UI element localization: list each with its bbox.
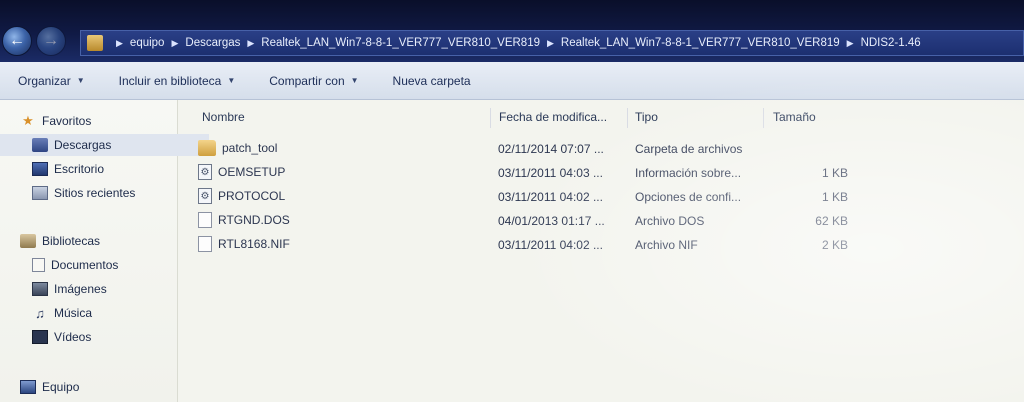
include-library-label: Incluir en biblioteca	[118, 73, 222, 88]
file-icon	[198, 212, 212, 228]
file-size: 62 KB	[815, 214, 848, 228]
file-name: OEMSETUP	[218, 165, 286, 179]
nav-computer[interactable]: Equipo	[0, 376, 79, 398]
file-size: 2 KB	[821, 238, 848, 252]
settings-file-icon: ⚙	[198, 164, 212, 180]
file-name: patch_tool	[222, 141, 278, 155]
chevron-right-icon: ▶	[846, 37, 854, 48]
title-bar: ← → ▶ equipo ▶ Descargas ▶ Realtek_LAN_Win7…	[0, 0, 1024, 62]
nav-item-documentos[interactable]: Documentos	[0, 254, 118, 276]
nav-item-sitios-recientes[interactable]: Sitios recientes	[0, 182, 135, 204]
arrow-left-icon: ←	[9, 32, 25, 49]
column-header-type[interactable]: Tipo	[635, 110, 658, 124]
file-type: Archivo DOS	[635, 214, 705, 228]
column-divider[interactable]	[627, 108, 628, 128]
breadcrumb-descargas[interactable]: Descargas	[185, 37, 240, 49]
table-row[interactable]: patch_tool 02/11/2014 07:07 ... Carpeta …	[198, 138, 858, 160]
nav-item-label: Vídeos	[54, 330, 92, 344]
folder-icon	[198, 140, 216, 156]
nav-favorites[interactable]: ★ Favoritos	[0, 110, 91, 132]
navigation-pane: ★ Favoritos Descargas Escritorio Sitios …	[0, 100, 209, 402]
file-icon	[198, 236, 212, 252]
column-header-date[interactable]: Fecha de modifica...	[499, 110, 607, 124]
breadcrumb-realtek-2[interactable]: Realtek_LAN_Win7-8-8-1_VER777_VER810_VER…	[561, 37, 840, 49]
chevron-right-icon: ▶	[171, 37, 179, 48]
breadcrumb-realtek-1[interactable]: Realtek_LAN_Win7-8-8-1_VER777_VER810_VER…	[261, 37, 540, 49]
share-with-label: Compartir con	[269, 73, 345, 88]
computer-icon	[20, 380, 36, 394]
command-toolbar: Organizar ▼ Incluir en biblioteca ▼ Compar…	[0, 62, 1024, 100]
nav-favorites-label: Favoritos	[42, 114, 92, 128]
caret-down-icon: ▼	[227, 76, 236, 85]
table-row[interactable]: ⚙ PROTOCOL 03/11/2011 04:02 ... Opciones …	[198, 186, 858, 208]
libraries-icon	[20, 234, 36, 248]
music-note-icon: ♫	[35, 305, 45, 321]
nav-computer-label: Equipo	[42, 380, 80, 394]
table-row[interactable]: ⚙ OEMSETUP 03/11/2011 04:03 ... Informaci…	[198, 162, 858, 184]
file-name: RTL8168.NIF	[218, 237, 290, 251]
nav-item-musica[interactable]: ♫ Música	[0, 302, 92, 324]
file-date: 03/11/2011 04:03 ...	[498, 166, 603, 180]
file-date: 03/11/2011 04:02 ...	[498, 238, 603, 252]
column-divider[interactable]	[763, 108, 764, 128]
forward-button[interactable]: →	[36, 26, 66, 56]
column-header-size[interactable]: Tamaño	[773, 110, 816, 124]
file-date: 02/11/2014 07:07 ...	[498, 142, 604, 156]
file-size: 1 KB	[821, 190, 848, 204]
file-name: RTGND.DOS	[218, 213, 290, 227]
column-header-name[interactable]: Nombre	[202, 110, 245, 124]
address-bar[interactable]: ▶ equipo ▶ Descargas ▶ Realtek_LAN_Win7-8-8…	[80, 30, 1024, 56]
column-divider[interactable]	[490, 108, 491, 128]
breadcrumb-ndis2[interactable]: NDIS2-1.46	[861, 37, 921, 49]
settings-file-icon: ⚙	[198, 188, 212, 204]
nav-item-imagenes[interactable]: Imágenes	[0, 278, 107, 300]
organize-button[interactable]: Organizar ▼	[0, 62, 85, 99]
new-folder-button[interactable]: Nueva carpeta	[375, 62, 471, 99]
file-list: Nombre Fecha de modifica... Tipo Tamaño …	[178, 100, 1024, 402]
nav-item-label: Sitios recientes	[54, 186, 136, 200]
back-button[interactable]: ←	[2, 26, 32, 56]
arrow-right-icon: →	[43, 32, 59, 49]
table-row[interactable]: RTL8168.NIF 03/11/2011 04:02 ... Archivo…	[198, 234, 858, 256]
nav-item-label: Música	[54, 306, 93, 320]
nav-item-label: Imágenes	[54, 282, 107, 296]
nav-item-label: Escritorio	[54, 162, 105, 176]
share-with-button[interactable]: Compartir con ▼	[251, 62, 358, 99]
pictures-icon	[32, 282, 48, 296]
table-row[interactable]: RTGND.DOS 04/01/2013 01:17 ... Archivo D…	[198, 210, 858, 232]
chevron-right-icon: ▶	[116, 37, 123, 48]
file-date: 03/11/2011 04:02 ...	[498, 190, 603, 204]
nav-item-escritorio[interactable]: Escritorio	[0, 158, 104, 180]
caret-down-icon: ▼	[350, 76, 359, 85]
organize-label: Organizar	[18, 73, 71, 88]
breadcrumb-equipo[interactable]: equipo	[130, 37, 165, 49]
file-type: Información sobre...	[635, 166, 742, 180]
nav-item-videos[interactable]: Vídeos	[0, 326, 91, 348]
nav-libraries-label: Bibliotecas	[42, 234, 101, 248]
chevron-right-icon: ▶	[547, 37, 554, 48]
file-name: PROTOCOL	[218, 189, 286, 203]
include-library-button[interactable]: Incluir en biblioteca ▼	[101, 62, 236, 99]
new-folder-label: Nueva carpeta	[392, 73, 471, 88]
nav-item-label: Descargas	[54, 138, 112, 152]
downloads-folder-icon	[32, 138, 48, 152]
star-icon: ★	[22, 113, 34, 128]
videos-icon	[32, 330, 48, 344]
file-type: Opciones de confi...	[635, 190, 742, 204]
nav-item-label: Documentos	[51, 258, 119, 272]
file-size: 1 KB	[821, 166, 848, 180]
file-date: 04/01/2013 01:17 ...	[498, 214, 605, 228]
recent-places-icon	[32, 186, 48, 200]
folder-icon	[87, 35, 103, 51]
caret-down-icon: ▼	[76, 76, 85, 85]
nav-libraries[interactable]: Bibliotecas	[0, 230, 100, 252]
file-type: Archivo NIF	[635, 238, 698, 252]
desktop-icon	[32, 162, 48, 176]
chevron-right-icon: ▶	[247, 37, 255, 48]
file-type: Carpeta de archivos	[635, 142, 743, 156]
documents-icon	[32, 258, 45, 272]
